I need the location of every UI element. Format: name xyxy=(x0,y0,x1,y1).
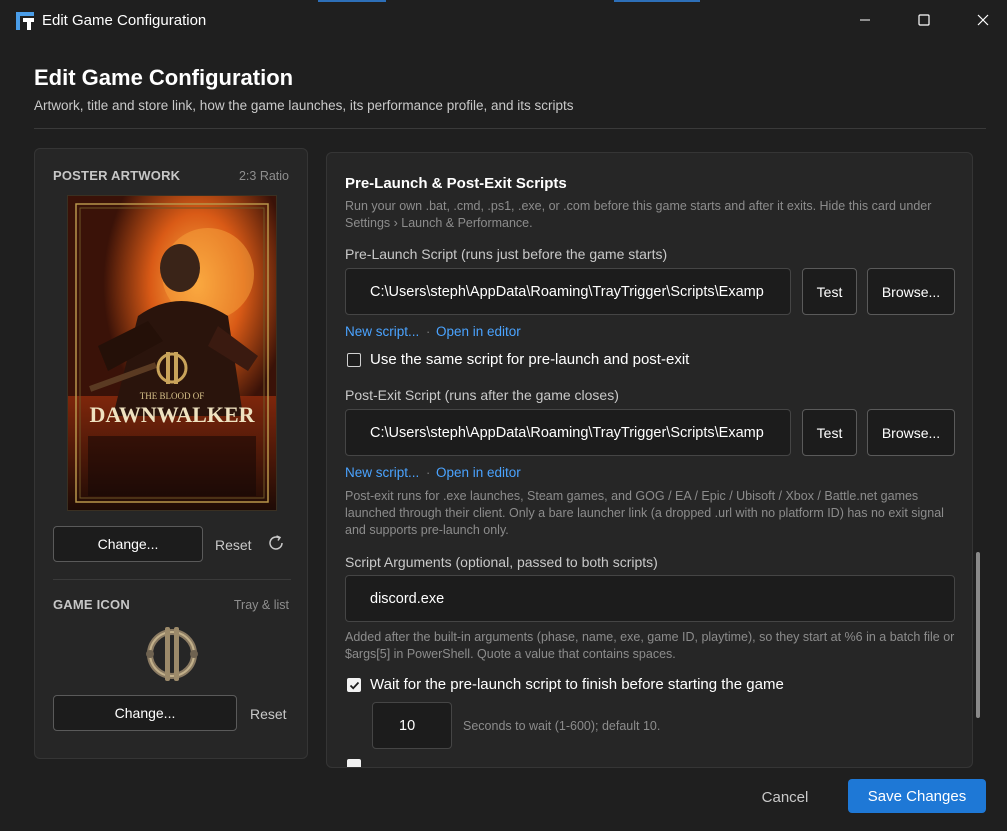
scrollbar-thumb[interactable] xyxy=(976,552,980,718)
artwork-card: POSTER ARTWORK 2:3 Ratio THE BLOOD OF DA… xyxy=(34,148,308,759)
scripts-card-title: Pre-Launch & Post-Exit Scripts xyxy=(345,175,567,192)
post-exit-open-editor-link[interactable]: Open in editor xyxy=(436,465,521,480)
script-arguments-label: Script Arguments (optional, passed to bo… xyxy=(345,554,658,570)
close-window-button[interactable] xyxy=(963,6,1003,34)
wait-seconds-hint: Seconds to wait (1-600); default 10. xyxy=(463,719,661,733)
maximize-icon xyxy=(918,14,930,26)
script-arguments-note: Added after the built-in arguments (phas… xyxy=(345,630,955,661)
script-arguments-input[interactable]: discord.exe xyxy=(345,575,955,622)
reset-poster-button[interactable]: Reset xyxy=(215,537,252,553)
save-changes-button[interactable]: Save Changes xyxy=(848,779,986,813)
refresh-icon[interactable] xyxy=(266,533,286,553)
post-exit-test-button[interactable]: Test xyxy=(802,409,857,456)
app-logo-icon xyxy=(16,12,34,30)
post-exit-note: Post-exit runs for .exe launches, Steam … xyxy=(345,489,944,537)
change-icon-button[interactable]: Change... xyxy=(53,695,237,731)
change-poster-button[interactable]: Change... xyxy=(53,526,203,562)
pre-launch-new-script-link[interactable]: New script... xyxy=(345,324,419,339)
game-icon-hint: Tray & list xyxy=(233,598,289,612)
minimize-icon xyxy=(860,19,870,21)
reset-icon-button[interactable]: Reset xyxy=(250,706,287,722)
poster-artwork-image[interactable]: THE BLOOD OF DAWNWALKER xyxy=(67,195,277,511)
pre-launch-label: Pre-Launch Script (runs just before the … xyxy=(345,246,668,262)
minimize-button[interactable] xyxy=(845,6,885,34)
next-option-checkbox[interactable] xyxy=(347,759,361,767)
game-icon-image[interactable] xyxy=(141,623,203,685)
title-bar: Edit Game Configuration xyxy=(0,0,1007,40)
link-separator: · xyxy=(426,324,431,339)
header-divider xyxy=(34,128,986,129)
poster-artwork-label: POSTER ARTWORK xyxy=(53,168,181,183)
post-exit-browse-button[interactable]: Browse... xyxy=(867,409,955,456)
post-exit-label: Post-Exit Script (runs after the game cl… xyxy=(345,387,619,403)
window-title: Edit Game Configuration xyxy=(42,12,207,29)
game-icon-label: GAME ICON xyxy=(53,597,130,612)
same-script-checkbox[interactable] xyxy=(347,353,361,367)
pre-launch-open-editor-link[interactable]: Open in editor xyxy=(436,324,521,339)
maximize-button[interactable] xyxy=(904,6,944,34)
link-separator: · xyxy=(426,465,431,480)
page-header: Edit Game Configuration Artwork, title a… xyxy=(34,64,574,113)
poster-ratio-hint: 2:3 Ratio xyxy=(238,169,289,183)
post-exit-new-script-link[interactable]: New script... xyxy=(345,465,419,480)
page-title: Edit Game Configuration xyxy=(34,65,294,90)
poster-art-line1: THE BLOOD OF xyxy=(140,391,205,401)
post-exit-path-input[interactable]: C:\Users\steph\AppData\Roaming\TrayTrigg… xyxy=(345,409,791,456)
pre-launch-test-button[interactable]: Test xyxy=(802,268,857,315)
same-script-label: Use the same script for pre-launch and p… xyxy=(370,351,690,368)
poster-art-line2: DAWNWALKER xyxy=(89,402,255,427)
wait-seconds-input[interactable]: 10 xyxy=(372,702,452,749)
scripts-card: Pre-Launch & Post-Exit Scripts Run your … xyxy=(326,152,973,768)
checkmark-icon xyxy=(349,681,359,689)
page-subtitle: Artwork, title and store link, how the g… xyxy=(34,98,574,113)
wait-prelaunch-checkbox[interactable] xyxy=(347,678,361,692)
pre-launch-browse-button[interactable]: Browse... xyxy=(867,268,955,315)
close-icon xyxy=(977,14,989,26)
section-divider xyxy=(53,579,291,580)
wait-prelaunch-label: Wait for the pre-launch script to finish… xyxy=(370,676,784,693)
pre-launch-path-input[interactable]: C:\Users\steph\AppData\Roaming\TrayTrigg… xyxy=(345,268,791,315)
cancel-button[interactable]: Cancel xyxy=(740,780,830,814)
poster-art: THE BLOOD OF DAWNWALKER xyxy=(68,196,276,510)
scripts-description: Run your own .bat, .cmd, .ps1, .exe, or … xyxy=(345,199,932,230)
